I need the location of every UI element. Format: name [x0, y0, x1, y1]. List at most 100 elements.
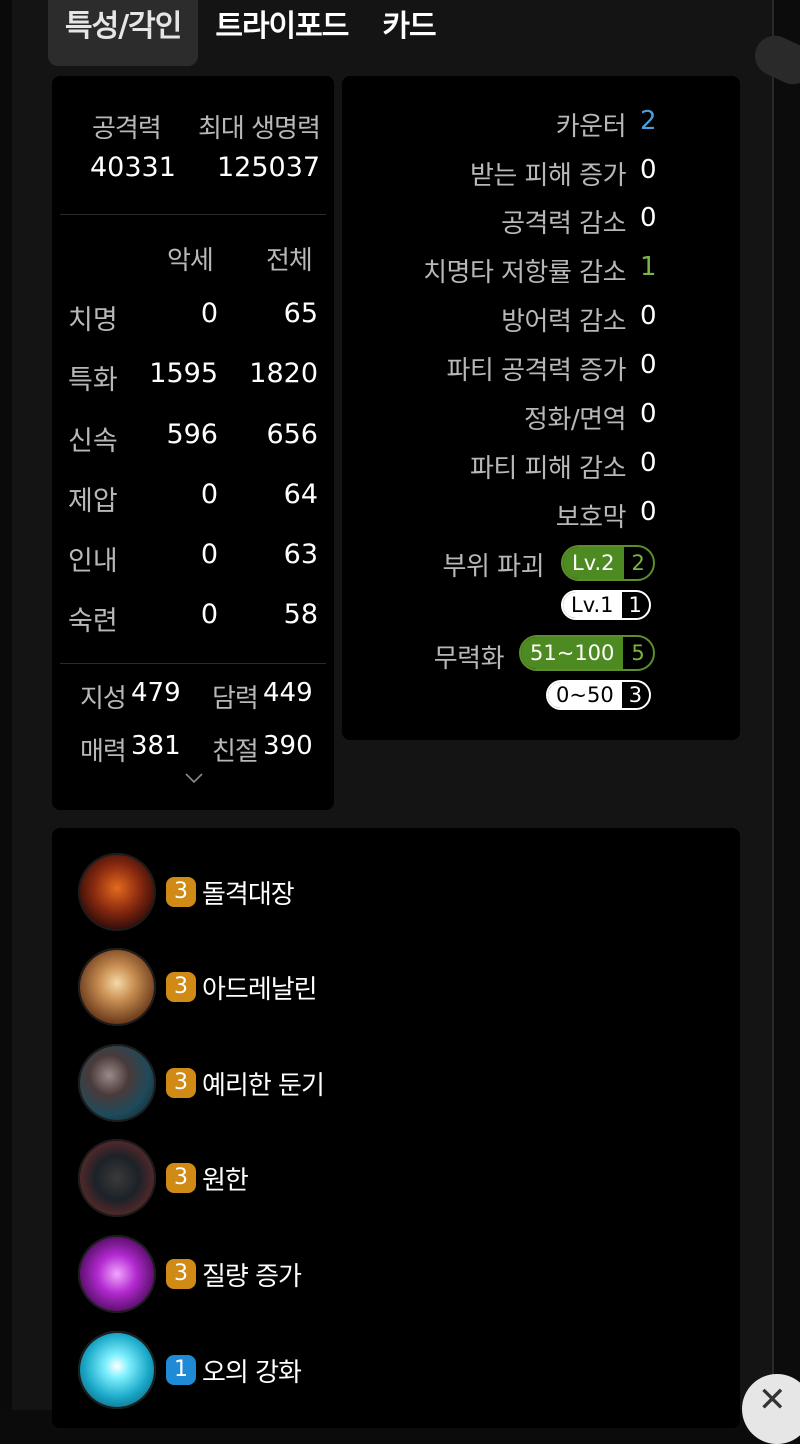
effect-party-attack-label: 파티 공격력 증가 [446, 356, 627, 386]
divider [60, 663, 326, 664]
keen-blunt-weapon-icon [78, 1044, 156, 1122]
attack-value: 40331 [90, 152, 176, 183]
effect-damage-taken-label: 받는 피해 증가 [469, 161, 627, 191]
close-icon: ✕ [758, 1380, 787, 1420]
column-header-total: 전체 [266, 246, 313, 276]
effect-party-damage-reduction-value: 0 [640, 448, 657, 478]
stat-accessory-value: 596 [166, 419, 218, 450]
effect-counter-value: 2 [640, 106, 657, 136]
stat-accessory-value: 0 [200, 599, 218, 630]
engraving-level-badge: 1 [166, 1355, 196, 1385]
engraving-level-badge: 3 [166, 877, 196, 907]
stagger-badge-secondary: 0~50 3 [546, 680, 652, 710]
effect-crit-resist-label: 치명타 저항률 감소 [423, 258, 626, 288]
effect-stagger-label: 무력화 [433, 644, 505, 674]
mass-increase-icon [78, 1235, 156, 1313]
left-edge [0, 0, 12, 1410]
stat-accessory-value: 0 [200, 479, 218, 510]
engraving-item[interactable]: 3 질량 증가 [78, 1234, 302, 1314]
tab-cards[interactable]: 카드 [365, 0, 452, 66]
effect-defense-reduction-label: 방어력 감소 [501, 307, 626, 337]
stat-total-value: 65 [283, 298, 318, 329]
effect-counter-label: 카운터 [555, 112, 627, 142]
tab-tripods[interactable]: 트라이포드 [198, 0, 365, 66]
tendency-intellect-label: 지성 [80, 684, 127, 714]
stat-row-specialization: 특화 1595 1820 [68, 358, 318, 398]
effect-attack-reduction-value: 0 [640, 203, 657, 233]
engraving-level-badge: 3 [166, 1163, 196, 1193]
badge-level: Lv.1 [563, 592, 622, 618]
stat-name: 숙련 [68, 606, 118, 637]
badge-level: Lv.2 [563, 547, 624, 579]
stat-row-swiftness: 신속 596 656 [68, 419, 318, 459]
right-edge [772, 0, 800, 1410]
engraving-item[interactable]: 3 아드레날린 [78, 947, 318, 1027]
tendency-charisma-value: 381 [131, 731, 181, 761]
grudge-icon [78, 1139, 156, 1217]
effect-attack-reduction-label: 공격력 감소 [501, 209, 626, 239]
tendency-courage-label: 담력 [212, 684, 259, 714]
effect-defense-reduction-value: 0 [640, 301, 657, 331]
divider [60, 214, 326, 215]
part-break-badge-primary: Lv.2 2 [561, 545, 655, 581]
effect-damage-taken-value: 0 [640, 155, 657, 185]
effect-cleanse-value: 0 [640, 399, 657, 429]
stat-row-endurance: 인내 0 63 [68, 539, 318, 579]
chevron-down-icon[interactable] [184, 768, 204, 788]
badge-count: 1 [628, 593, 642, 617]
effect-part-break-label: 부위 파괴 [442, 552, 545, 582]
tendency-courage-value: 449 [263, 678, 313, 708]
tab-bar: 특성/각인 트라이포드 카드 [48, 0, 453, 68]
badge-level: 0~50 [548, 682, 622, 708]
effect-party-damage-reduction-label: 파티 피해 감소 [469, 454, 627, 484]
charge-leader-icon [78, 853, 156, 931]
stat-total-value: 1820 [249, 358, 318, 389]
esoteric-skill-enhancement-icon [78, 1331, 156, 1409]
max-hp-value: 125037 [217, 152, 321, 183]
column-header-accessory: 악세 [167, 246, 214, 276]
tendency-charisma-label: 매력 [80, 737, 127, 767]
engraving-name: 원한 [202, 1165, 249, 1196]
badge-count: 5 [631, 641, 645, 665]
max-hp-label: 최대 생명력 [198, 114, 321, 144]
engraving-name: 예리한 둔기 [202, 1070, 325, 1101]
part-break-badge-secondary: Lv.1 1 [561, 590, 651, 620]
engraving-item[interactable]: 1 오의 강화 [78, 1330, 302, 1410]
stagger-badge-primary: 51~100 5 [519, 635, 655, 671]
badge-level: 51~100 [521, 637, 624, 669]
stat-total-value: 656 [266, 419, 318, 450]
tendency-intellect-value: 479 [131, 678, 181, 708]
effect-shield-value: 0 [640, 497, 657, 527]
engraving-name: 돌격대장 [202, 879, 295, 910]
stat-row-domination: 제압 0 64 [68, 479, 318, 519]
stat-row-crit: 치명 0 65 [68, 298, 318, 338]
attack-label: 공격력 [92, 114, 162, 144]
engraving-item[interactable]: 3 예리한 둔기 [78, 1043, 325, 1123]
engraving-level-badge: 3 [166, 1259, 196, 1289]
effect-party-attack-value: 0 [640, 350, 657, 380]
engraving-level-badge: 3 [166, 1068, 196, 1098]
effect-crit-resist-value: 1 [640, 252, 657, 282]
stat-accessory-value: 1595 [149, 358, 218, 389]
tendency-kindness-value: 390 [263, 731, 313, 761]
engraving-item[interactable]: 3 원한 [78, 1138, 249, 1218]
engraving-level-badge: 3 [166, 972, 196, 1002]
close-button[interactable]: ✕ [742, 1374, 800, 1444]
engraving-name: 질량 증가 [202, 1261, 302, 1292]
stat-accessory-value: 0 [200, 298, 218, 329]
stat-total-value: 63 [283, 539, 318, 570]
right-edge-line [772, 0, 774, 1410]
engraving-item[interactable]: 3 돌격대장 [78, 852, 295, 932]
tendency-kindness-label: 친절 [212, 737, 259, 767]
stat-total-value: 64 [283, 479, 318, 510]
stat-row-expertise: 숙련 0 58 [68, 599, 318, 639]
engraving-name: 아드레날린 [202, 974, 318, 1005]
effect-cleanse-label: 정화/면역 [524, 405, 626, 435]
tab-traits-engravings[interactable]: 특성/각인 [48, 0, 199, 66]
stat-total-value: 58 [283, 599, 318, 630]
stat-name: 제압 [68, 486, 118, 517]
adrenaline-icon [78, 948, 156, 1026]
stat-name: 특화 [68, 365, 118, 396]
stat-name: 신속 [68, 426, 118, 457]
badge-count: 3 [628, 683, 643, 707]
